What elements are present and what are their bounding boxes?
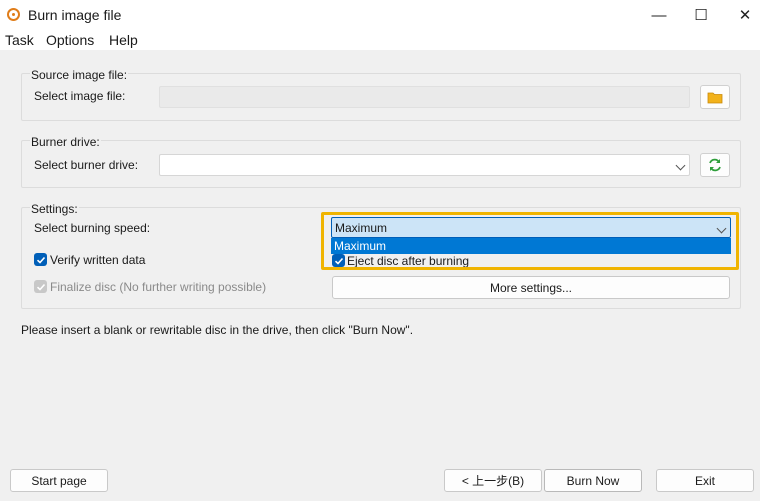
burning-speed-select[interactable]: Maximum bbox=[331, 217, 731, 238]
status-message: Please insert a blank or rewritable disc… bbox=[21, 323, 414, 337]
refresh-icon bbox=[709, 158, 721, 172]
burning-speed-option[interactable]: Maximum bbox=[331, 238, 731, 254]
burn-image-window: Burn image file — ☐ ✕ Task Options Help … bbox=[0, 0, 768, 501]
browse-image-button[interactable] bbox=[700, 85, 730, 109]
select-burner-label: Select burner drive: bbox=[34, 158, 139, 172]
verify-label: Verify written data bbox=[50, 253, 146, 267]
menu-bar: Task Options Help bbox=[0, 30, 760, 50]
eject-checkbox[interactable] bbox=[332, 254, 345, 267]
checkmark-icon bbox=[36, 283, 45, 291]
verify-checkbox[interactable] bbox=[34, 253, 47, 266]
burner-drive-select[interactable] bbox=[159, 154, 690, 176]
burning-speed-value: Maximum bbox=[335, 221, 388, 235]
checkmark-icon bbox=[36, 256, 45, 264]
burning-speed-label: Select burning speed: bbox=[34, 221, 151, 235]
select-image-label: Select image file: bbox=[34, 89, 126, 103]
checkmark-icon bbox=[334, 257, 343, 265]
finalize-label: Finalize disc (No further writing possib… bbox=[50, 280, 267, 294]
burner-group-label: Burner drive: bbox=[30, 135, 101, 149]
eject-label: Eject disc after burning bbox=[347, 254, 470, 268]
source-group-label: Source image file: bbox=[30, 68, 129, 82]
minimize-button[interactable]: — bbox=[636, 0, 682, 30]
start-page-button[interactable]: Start page bbox=[10, 469, 108, 492]
chevron-down-icon bbox=[675, 160, 686, 171]
title-bar: Burn image file — ☐ ✕ bbox=[0, 0, 760, 30]
menu-task[interactable]: Task bbox=[5, 32, 34, 48]
finalize-checkbox[interactable] bbox=[34, 280, 47, 293]
window-title: Burn image file bbox=[28, 7, 122, 23]
more-settings-button[interactable]: More settings... bbox=[332, 276, 730, 299]
back-button[interactable]: < 上一步(B) bbox=[444, 469, 542, 492]
menu-help[interactable]: Help bbox=[109, 32, 138, 48]
chevron-down-icon bbox=[716, 223, 727, 234]
background-app-edge bbox=[760, 0, 768, 501]
refresh-drives-button[interactable] bbox=[700, 153, 730, 177]
settings-group-label: Settings: bbox=[30, 202, 79, 216]
menu-options[interactable]: Options bbox=[46, 32, 94, 48]
burn-now-button[interactable]: Burn Now bbox=[544, 469, 642, 492]
folder-icon bbox=[707, 92, 723, 103]
exit-button[interactable]: Exit bbox=[656, 469, 754, 492]
maximize-button[interactable]: ☐ bbox=[678, 0, 724, 30]
image-file-input[interactable] bbox=[159, 86, 690, 108]
app-disc-icon bbox=[7, 8, 20, 21]
close-button[interactable]: ✕ bbox=[722, 0, 768, 30]
